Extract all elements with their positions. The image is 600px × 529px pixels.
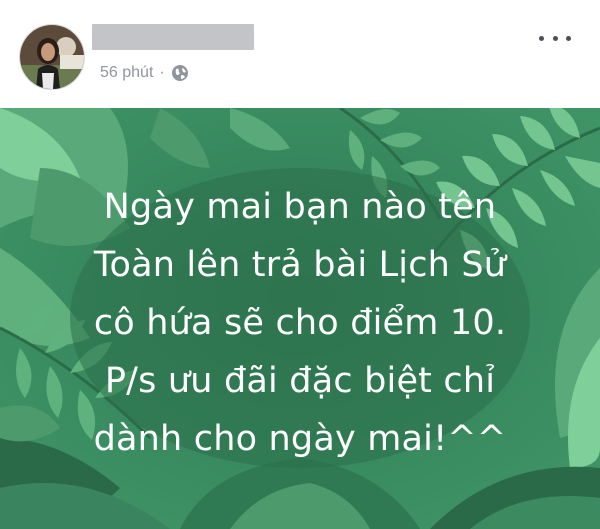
caption-line: dành cho ngày mai!^^ [93, 419, 507, 459]
meta-separator: · [159, 64, 165, 81]
caption-line: P/s ưu đãi đặc biệt chỉ [104, 361, 496, 401]
post-meta: 56 phút · [100, 63, 189, 83]
caption-line: Ngày mai bạn nào tên [103, 187, 497, 227]
caption-line: cô hứa sẽ cho điểm 10. [93, 303, 507, 343]
avatar-photo [20, 25, 84, 89]
profile-avatar[interactable] [19, 24, 85, 90]
author-name-redacted[interactable] [92, 24, 254, 50]
more-options-icon[interactable] [539, 30, 571, 46]
dot [539, 35, 544, 41]
caption-line: Toàn lên trả bài Lịch Sử [93, 245, 507, 285]
post-header: 56 phút · [0, 0, 600, 108]
dot [552, 35, 558, 41]
dot [566, 35, 571, 41]
image-caption-text: Ngày mai bạn nào tên Toàn lên trả bài Lị… [0, 178, 600, 468]
timestamp-link[interactable]: 56 phút [100, 63, 153, 83]
facebook-post: 56 phút · Ngày mai bạn nào tên Toàn lên … [0, 0, 600, 529]
globe-icon[interactable] [171, 64, 189, 82]
